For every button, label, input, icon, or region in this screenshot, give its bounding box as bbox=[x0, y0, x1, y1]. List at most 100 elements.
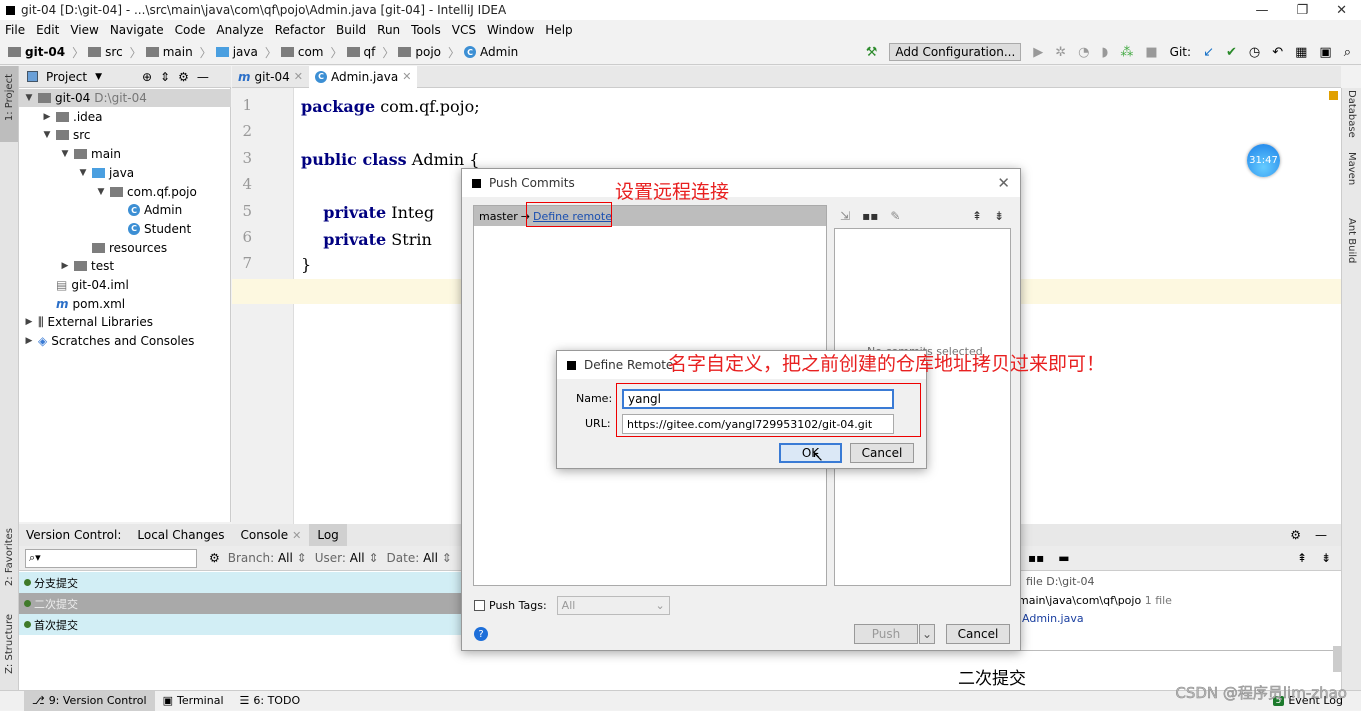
chevron-icon[interactable]: ▼ bbox=[42, 130, 52, 140]
menu-navigate[interactable]: Navigate bbox=[110, 23, 164, 37]
tree-item-test[interactable]: ▶ test bbox=[60, 257, 115, 275]
collapse-all-icon[interactable]: ⇟ bbox=[994, 209, 1004, 223]
changed-file[interactable]: Admin.java bbox=[1022, 612, 1084, 625]
git-update-icon[interactable]: ↙ bbox=[1203, 45, 1214, 60]
todo-tool-button[interactable]: ☰ 6: TODO bbox=[232, 691, 309, 711]
close-tab-icon[interactable]: ✕ bbox=[402, 70, 411, 83]
hide-icon[interactable]: — bbox=[197, 70, 209, 84]
project-view-dropdown[interactable]: Project bbox=[46, 70, 87, 84]
warning-marker-icon[interactable] bbox=[1329, 91, 1338, 100]
filter-user[interactable]: User: All ⇕ bbox=[315, 551, 379, 565]
add-configuration-button[interactable]: Add Configuration... bbox=[889, 43, 1022, 61]
tab-local-changes[interactable]: Local Changes bbox=[129, 524, 232, 546]
collapse-icon[interactable]: ⇕ bbox=[160, 70, 170, 84]
commit-row[interactable]: 首次提交 bbox=[19, 614, 461, 635]
breadcrumb-item[interactable]: main 〉 bbox=[145, 44, 212, 61]
commit-row[interactable]: 二次提交 bbox=[19, 593, 461, 614]
tree-item-git-04-iml[interactable]: ▤ git-04.iml bbox=[42, 276, 129, 294]
expand-all-icon[interactable]: ⇞ bbox=[972, 209, 982, 223]
group-icon[interactable]: ▪▪ bbox=[862, 209, 878, 223]
tree-item--idea[interactable]: ▶ .idea bbox=[42, 108, 103, 126]
project-structure-icon[interactable]: ▦ bbox=[1295, 45, 1307, 60]
collapse-icon[interactable]: ⇲ bbox=[840, 209, 850, 223]
attach-icon[interactable]: ⁂ bbox=[1120, 45, 1133, 60]
chevron-icon[interactable]: ▶ bbox=[24, 317, 34, 327]
menu-view[interactable]: View bbox=[70, 23, 98, 37]
tree-item-student[interactable]: C Student bbox=[114, 220, 191, 238]
menu-help[interactable]: Help bbox=[545, 23, 572, 37]
breadcrumb-item[interactable]: java 〉 bbox=[215, 44, 277, 61]
menu-build[interactable]: Build bbox=[336, 23, 366, 37]
tab-admin-java[interactable]: C Admin.java ✕ bbox=[309, 65, 418, 88]
tree-item-src[interactable]: ▼ src bbox=[42, 126, 91, 144]
gear-icon[interactable]: ⚙ bbox=[178, 70, 189, 84]
project-tool-button[interactable]: 1: Project bbox=[4, 74, 15, 121]
terminal-tool-button[interactable]: ▣ Terminal bbox=[155, 691, 232, 711]
breadcrumb-item[interactable]: C Admin bbox=[464, 45, 518, 59]
gear-icon[interactable]: ⚙ bbox=[1290, 528, 1301, 542]
breadcrumb-item[interactable]: com 〉 bbox=[280, 44, 343, 61]
history-icon[interactable]: ◷ bbox=[1249, 45, 1260, 60]
tab-git-04[interactable]: m git-04 ✕ bbox=[232, 66, 309, 88]
push-tags-checkbox[interactable] bbox=[474, 600, 485, 611]
close-tab-icon[interactable]: ✕ bbox=[292, 529, 301, 542]
breadcrumb-item[interactable]: src 〉 bbox=[88, 44, 142, 61]
breadcrumb-item[interactable]: pojo 〉 bbox=[398, 44, 460, 61]
chevron-icon[interactable]: ▶ bbox=[42, 112, 52, 122]
chevron-down-icon[interactable]: ▼ bbox=[95, 72, 102, 82]
push-options-dropdown[interactable]: ⌄ bbox=[919, 624, 935, 644]
database-tool-button[interactable]: Database bbox=[1346, 90, 1357, 138]
chevron-icon[interactable]: ▼ bbox=[60, 149, 70, 159]
group-icon[interactable]: ▪▪ bbox=[1028, 551, 1044, 565]
hide-icon[interactable]: — bbox=[1315, 528, 1327, 542]
menu-edit[interactable]: Edit bbox=[36, 23, 59, 37]
scrollbar[interactable] bbox=[1333, 646, 1341, 672]
debug-icon[interactable]: ✲ bbox=[1055, 45, 1066, 60]
minimize-button[interactable]: — bbox=[1255, 3, 1268, 18]
layout-icon[interactable]: ▬ bbox=[1058, 551, 1069, 565]
terminal-icon[interactable]: ▣ bbox=[1319, 45, 1331, 60]
chevron-icon[interactable]: ▶ bbox=[60, 261, 70, 271]
edit-icon[interactable]: ✎ bbox=[890, 209, 900, 223]
menu-refactor[interactable]: Refactor bbox=[275, 23, 325, 37]
hammer-icon[interactable]: ⚒ bbox=[866, 45, 878, 60]
filter-branch[interactable]: Branch: All ⇕ bbox=[228, 551, 307, 565]
tags-select[interactable]: All ⌄ bbox=[556, 596, 670, 615]
tab-log[interactable]: Log bbox=[309, 524, 347, 546]
help-icon[interactable]: ? bbox=[474, 627, 488, 641]
filter-date[interactable]: Date: All ⇕ bbox=[387, 551, 452, 565]
expand-all-icon[interactable]: ⇞ bbox=[1297, 551, 1307, 565]
chevron-icon[interactable]: ▼ bbox=[78, 168, 88, 178]
tree-item-main[interactable]: ▼ main bbox=[60, 145, 121, 163]
favorites-tool-button[interactable]: 2: Favorites bbox=[4, 528, 15, 586]
menu-run[interactable]: Run bbox=[377, 23, 400, 37]
ok-button[interactable]: OK bbox=[779, 443, 842, 463]
collapse-all-icon[interactable]: ⇟ bbox=[1321, 551, 1331, 565]
menu-code[interactable]: Code bbox=[175, 23, 206, 37]
tree-item-pom-xml[interactable]: m pom.xml bbox=[42, 295, 125, 313]
tree-item-git-04[interactable]: ▼ git-04 D:\git-04 bbox=[19, 89, 231, 107]
tree-item-scratches-and-consoles[interactable]: ▶ ◈ Scratches and Consoles bbox=[24, 332, 195, 350]
structure-tool-button[interactable]: Z: Structure bbox=[4, 614, 15, 674]
menu-vcs[interactable]: VCS bbox=[452, 23, 476, 37]
push-button[interactable]: Push bbox=[854, 624, 918, 644]
breadcrumb-item[interactable]: qf 〉 bbox=[346, 44, 394, 61]
chevron-icon[interactable]: ▼ bbox=[96, 187, 106, 197]
version-control-tool-button[interactable]: ⎇ 9: Version Control bbox=[24, 690, 155, 711]
git-commit-icon[interactable]: ✔ bbox=[1226, 45, 1237, 60]
cancel-button[interactable]: Cancel bbox=[946, 624, 1010, 644]
stop-icon[interactable]: ■ bbox=[1145, 45, 1157, 60]
maximize-button[interactable]: ❐ bbox=[1296, 3, 1308, 18]
close-button[interactable]: ✕ bbox=[1336, 3, 1347, 18]
commit-row[interactable]: 分支提交 bbox=[19, 572, 461, 593]
menu-analyze[interactable]: Analyze bbox=[216, 23, 263, 37]
tree-item-com-qf-pojo[interactable]: ▼ com.qf.pojo bbox=[96, 183, 197, 201]
tab-console[interactable]: Console ✕ bbox=[233, 524, 310, 546]
run-icon[interactable]: ▶ bbox=[1033, 45, 1043, 60]
tree-item-java[interactable]: ▼ java bbox=[78, 164, 135, 182]
menu-file[interactable]: File bbox=[5, 23, 25, 37]
rollback-icon[interactable]: ↶ bbox=[1272, 45, 1283, 60]
close-tab-icon[interactable]: ✕ bbox=[294, 70, 303, 83]
chevron-icon[interactable]: ▶ bbox=[24, 336, 34, 346]
ant-build-tool-button[interactable]: Ant Build bbox=[1346, 218, 1357, 263]
